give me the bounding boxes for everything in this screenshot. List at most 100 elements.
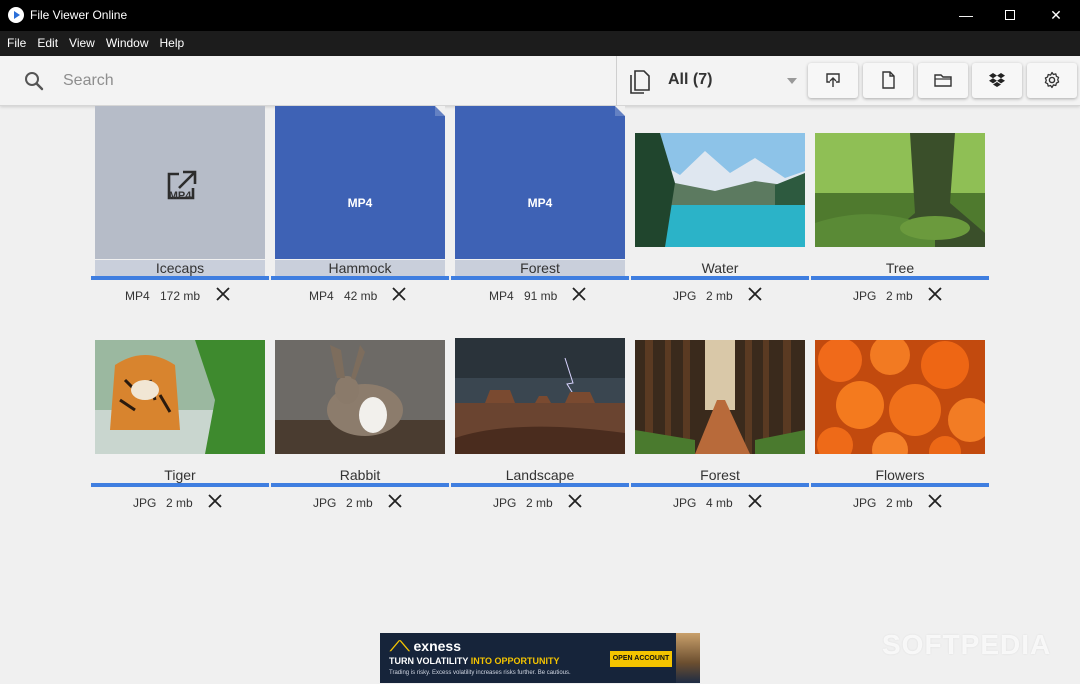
dropbox-button[interactable] xyxy=(972,63,1022,98)
menu-file[interactable]: File xyxy=(1,31,31,56)
folder-icon xyxy=(934,74,952,87)
upload-icon xyxy=(826,73,840,87)
file-progress-bar xyxy=(91,276,269,280)
delete-file-icon[interactable] xyxy=(745,491,765,511)
lake-mountains-image[interactable] xyxy=(635,133,805,247)
file-name: Tree xyxy=(885,260,915,276)
open-file-button[interactable] xyxy=(863,63,913,98)
toolbar-divider xyxy=(616,56,617,106)
file-thumbnail[interactable]: MP4 xyxy=(275,106,445,259)
orange-roses-image[interactable] xyxy=(815,340,985,454)
file-progress-bar xyxy=(451,276,629,280)
toolbar: All (7) xyxy=(0,56,1080,106)
file-type-label: MP4 xyxy=(347,196,373,210)
ad-open-account-button[interactable]: OPEN ACCOUNT xyxy=(610,651,672,667)
file-size: 2 mb xyxy=(706,289,733,303)
menu-window[interactable]: Window xyxy=(100,31,154,56)
file-size: 2 mb xyxy=(166,496,193,510)
settings-button[interactable] xyxy=(1027,63,1077,98)
delete-file-icon[interactable] xyxy=(205,491,225,511)
file-size: 42 mb xyxy=(344,289,378,303)
file-size: 2 mb xyxy=(346,496,373,510)
tiger-image[interactable] xyxy=(95,340,265,454)
file-type-label: MP4 xyxy=(527,196,553,210)
open-folder-button[interactable] xyxy=(918,63,968,98)
file-type: MP4 xyxy=(489,289,514,303)
ad-person-image xyxy=(676,633,700,683)
ad-brand: ⟋⟍ exness xyxy=(390,638,461,654)
maximize-button[interactable] xyxy=(987,0,1033,31)
menu-bar: File Edit View Window Help xyxy=(0,31,1080,56)
menu-help[interactable]: Help xyxy=(154,31,190,56)
forest-path-image[interactable] xyxy=(635,340,805,454)
file-name: Forest xyxy=(520,260,560,276)
file-name: Flowers xyxy=(875,467,925,483)
gear-icon xyxy=(1044,71,1060,89)
file-type: JPG xyxy=(673,289,697,303)
delete-file-icon[interactable] xyxy=(213,284,233,304)
ad-disclaimer: Trading is risky. Excess volatility incr… xyxy=(389,670,571,676)
file-progress-bar xyxy=(631,276,809,280)
file-name: Landscape xyxy=(505,467,575,483)
menu-view[interactable]: View xyxy=(63,31,100,56)
search-icon[interactable] xyxy=(24,71,44,91)
delete-file-icon[interactable] xyxy=(925,491,945,511)
ad-tagline: TURN VOLATILITY INTO OPPORTUNITY xyxy=(389,656,560,666)
file-progress-bar xyxy=(91,483,269,487)
file-type: JPG xyxy=(853,289,877,303)
delete-file-icon[interactable] xyxy=(569,284,589,304)
file-progress-bar xyxy=(631,483,809,487)
file-type: JPG xyxy=(493,496,517,510)
file-type: JPG xyxy=(853,496,877,510)
file-name: Icecaps xyxy=(155,260,205,276)
file-type-label: MP4 xyxy=(168,190,192,202)
file-progress-bar xyxy=(811,483,989,487)
file-type: JPG xyxy=(673,496,697,510)
window-title: File Viewer Online xyxy=(30,8,128,22)
file-size: 4 mb xyxy=(706,496,733,510)
delete-file-icon[interactable] xyxy=(385,491,405,511)
file-size: 2 mb xyxy=(886,496,913,510)
files-icon xyxy=(630,70,650,94)
file-icon xyxy=(882,71,895,89)
file-name: Water xyxy=(701,260,739,276)
delete-file-icon[interactable] xyxy=(925,284,945,304)
file-name: Tiger xyxy=(164,467,196,483)
file-type: JPG xyxy=(133,496,157,510)
file-progress-bar xyxy=(271,483,449,487)
close-button[interactable]: ✕ xyxy=(1033,0,1079,31)
file-size: 91 mb xyxy=(524,289,558,303)
file-size: 172 mb xyxy=(160,289,201,303)
ad-banner[interactable]: ⟋⟍ exness TURN VOLATILITY INTO OPPORTUNI… xyxy=(380,633,700,683)
file-name: Rabbit xyxy=(339,467,381,483)
file-progress-bar xyxy=(811,276,989,280)
filter-dropdown[interactable]: All (7) xyxy=(668,71,712,89)
app-play-icon xyxy=(8,7,24,23)
file-type: MP4 xyxy=(125,289,150,303)
menu-edit[interactable]: Edit xyxy=(31,31,63,56)
file-type: MP4 xyxy=(309,289,334,303)
file-thumbnail[interactable]: MP4 xyxy=(455,106,625,259)
rabbit-image[interactable] xyxy=(275,340,445,454)
title-bar: File Viewer Online — ✕ xyxy=(0,0,1080,31)
file-thumbnail[interactable]: MP4 xyxy=(95,106,265,259)
search-input[interactable] xyxy=(55,66,595,96)
file-name: Forest xyxy=(700,467,740,483)
minimize-button[interactable]: — xyxy=(943,0,989,31)
maximize-icon xyxy=(1005,9,1015,20)
file-progress-bar xyxy=(271,276,449,280)
watermark: SOFTPEDIA xyxy=(882,629,1052,660)
file-size: 2 mb xyxy=(526,496,553,510)
file-progress-bar xyxy=(451,483,629,487)
upload-button[interactable] xyxy=(808,63,858,98)
dropbox-icon xyxy=(989,73,1005,87)
delete-file-icon[interactable] xyxy=(745,284,765,304)
delete-file-icon[interactable] xyxy=(565,491,585,511)
file-name: Hammock xyxy=(328,260,392,276)
file-size: 2 mb xyxy=(886,289,913,303)
delete-file-icon[interactable] xyxy=(389,284,409,304)
mossy-tree-image[interactable] xyxy=(815,133,985,247)
file-type: JPG xyxy=(313,496,337,510)
chevron-down-icon[interactable] xyxy=(787,78,797,84)
desert-landscape-image[interactable] xyxy=(455,338,625,454)
